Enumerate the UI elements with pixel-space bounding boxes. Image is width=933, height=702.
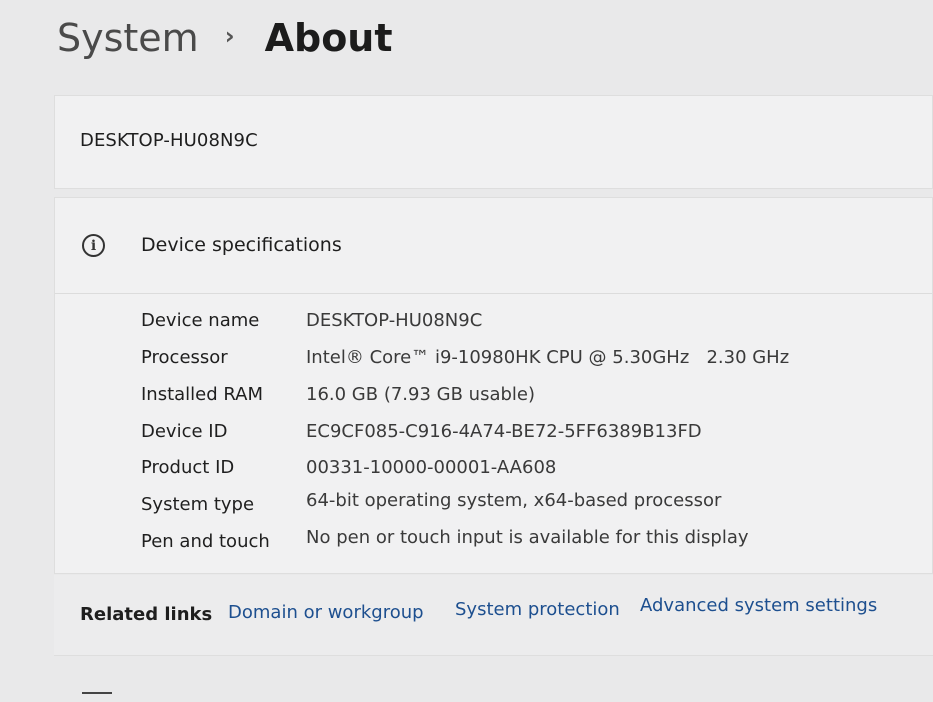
device-specifications-card: i Device specifications Device name DESK…: [54, 197, 933, 574]
spec-value: No pen or touch input is available for t…: [306, 527, 749, 548]
spec-label: Device ID: [141, 421, 228, 442]
breadcrumb: System › About: [57, 16, 393, 60]
spec-value: DESKTOP-HU08N9C: [306, 310, 483, 331]
related-links-label: Related links: [80, 604, 213, 625]
spec-value: EC9CF085-C916-4A74-BE72-5FF6389B13FD: [306, 421, 702, 442]
spec-label: Installed RAM: [141, 384, 264, 405]
breadcrumb-chevron-icon: ›: [224, 22, 235, 50]
info-icon: i: [82, 234, 105, 257]
device-specifications-title: Device specifications: [141, 234, 342, 256]
advanced-system-settings-link[interactable]: Advanced system settings: [640, 595, 877, 616]
spec-label: Processor: [141, 347, 228, 368]
device-specifications-header[interactable]: i Device specifications: [55, 198, 932, 294]
domain-or-workgroup-link[interactable]: Domain or workgroup: [228, 602, 424, 623]
spec-label: System type: [141, 494, 255, 515]
page-title: About: [264, 16, 393, 60]
spec-value: 16.0 GB (7.93 GB usable): [306, 384, 535, 405]
spec-value: 64-bit operating system, x64-based proce…: [306, 490, 722, 511]
next-section-icon: [82, 692, 112, 702]
spec-value: Intel® Core™ i9-10980HK CPU @ 5.30GHz 2.…: [306, 347, 790, 368]
spec-label: Product ID: [141, 457, 235, 478]
device-name-card: DESKTOP-HU08N9C: [54, 95, 933, 189]
system-protection-link[interactable]: System protection: [455, 599, 620, 620]
device-name-heading: DESKTOP-HU08N9C: [80, 130, 258, 151]
spec-label: Device name: [141, 310, 260, 331]
spec-label: Pen and touch: [141, 531, 270, 552]
related-links-bar: Related links Domain or workgroup System…: [54, 575, 933, 656]
breadcrumb-system[interactable]: System: [57, 16, 199, 60]
spec-value: 00331-10000-00001-AA608: [306, 457, 557, 478]
